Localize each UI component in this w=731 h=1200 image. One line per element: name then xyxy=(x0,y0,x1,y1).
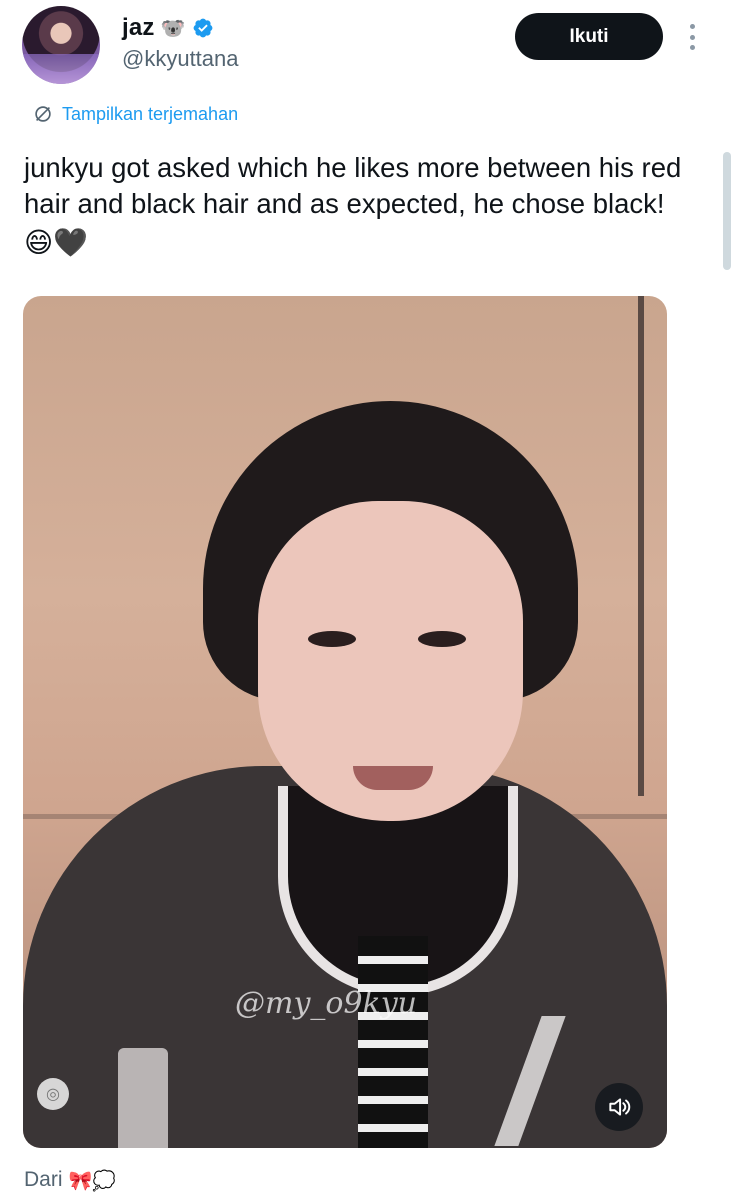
translate-icon xyxy=(35,106,51,122)
video-foreground-object xyxy=(118,1048,168,1148)
video-player[interactable]: @my_o9kyu ◎ xyxy=(23,296,667,1148)
live-app-logo-icon: ◎ xyxy=(37,1078,69,1110)
avatar-background xyxy=(22,54,100,84)
video-person-eye-right xyxy=(418,631,466,647)
follow-button[interactable]: Ikuti xyxy=(515,13,663,60)
tweet-text: junkyu got asked which he likes more bet… xyxy=(24,152,682,219)
from-emojis: 🎀💭 xyxy=(68,1169,116,1192)
show-translation-label: Tampilkan terjemahan xyxy=(62,103,239,124)
video-person-mouth xyxy=(353,766,433,790)
video-person-eye-left xyxy=(308,631,356,647)
verified-badge-icon xyxy=(193,18,212,38)
volume-mute-icon xyxy=(609,1098,631,1116)
show-translation-link[interactable]: Tampilkan terjemahan xyxy=(32,103,238,125)
from-label: Dari xyxy=(24,1168,63,1191)
author-name-row: jaz 🐨 xyxy=(122,14,214,42)
scrollbar[interactable] xyxy=(723,152,731,270)
profile-avatar[interactable] xyxy=(22,6,100,84)
volume-mute-button[interactable] xyxy=(595,1083,643,1131)
tweet-emojis: 😄🖤 xyxy=(24,226,89,259)
author-name[interactable]: jaz xyxy=(122,14,155,42)
more-vertical-icon[interactable] xyxy=(680,20,704,54)
video-person-shirt xyxy=(358,936,428,1148)
koala-emoji: 🐨 xyxy=(160,16,186,40)
from-attribution: Dari 🎀💭 xyxy=(24,1168,116,1192)
author-handle[interactable]: @kkyuttana xyxy=(122,46,239,72)
video-background-seam xyxy=(638,296,644,796)
video-watermark: @my_o9kyu xyxy=(235,986,417,1021)
